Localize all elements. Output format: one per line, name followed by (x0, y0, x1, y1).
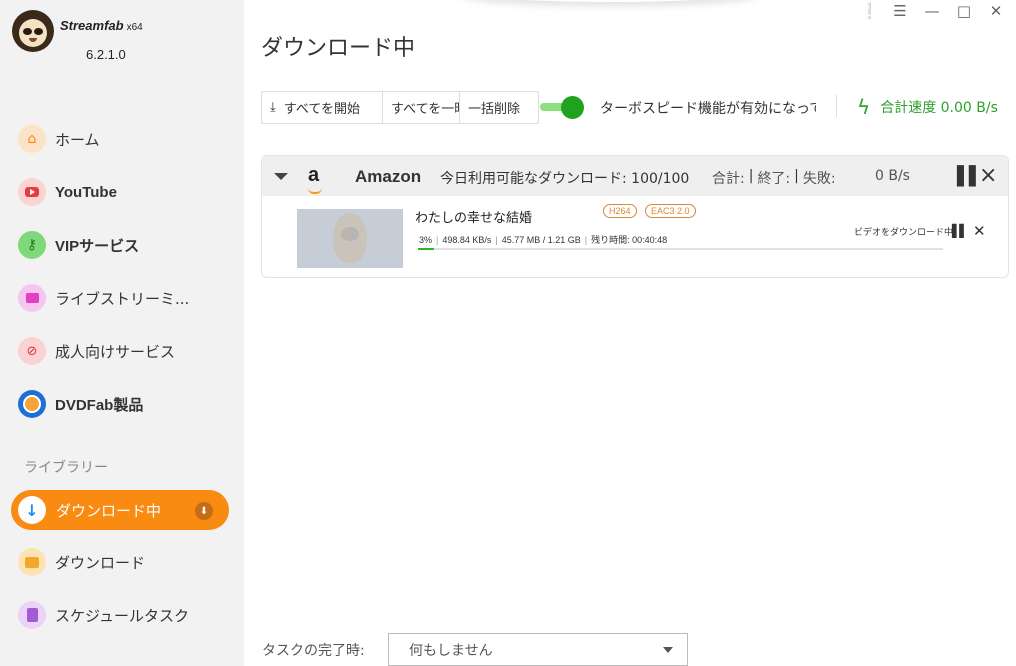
completion-action-value: 何もしません (409, 642, 493, 659)
window-top-shadow (460, 0, 760, 2)
total-speed-text: 合計速度 0.00 B/s (880, 100, 998, 116)
group-stats: 合計: | 終了: | 失敗: (712, 168, 836, 187)
item-rate: 498.84 KB/s (442, 235, 492, 245)
turbo-toggle[interactable] (540, 96, 584, 119)
group-service-name: Amazon (355, 167, 422, 186)
lightning-icon: ϟ (857, 95, 871, 119)
sidebar-item-downloading[interactable]: ↓ ダウンロード中 ⬇ (11, 490, 229, 530)
codec-tag: H264 (603, 204, 637, 218)
camera-icon (18, 284, 46, 312)
download-item: わたしの幸せな結婚 H264 EAC3 2.0 3% | 498.84 KB/s | 4… (262, 196, 1008, 276)
folder-icon (18, 548, 46, 576)
group-finished: 終了: (757, 171, 791, 187)
app-logo-icon (12, 10, 54, 52)
pause-all-button[interactable]: すべてを一時停止 (383, 92, 460, 123)
sidebar-item-downloaded[interactable]: ダウンロード (18, 547, 145, 577)
sidebar-item-adult[interactable]: ⊘ 成人向けサービス (18, 336, 175, 366)
download-toolbar: ⤓ すべてを開始 すべてを一時停止 一括削除 (261, 91, 539, 124)
sidebar-item-label: ライブストリーミ... (55, 289, 190, 308)
completion-label: タスクの完了時: (262, 643, 365, 659)
brand-arch: x64 (126, 22, 143, 33)
close-icon[interactable]: ✕ (988, 2, 1004, 20)
collapse-caret-icon[interactable] (274, 173, 288, 180)
sidebar-item-label: YouTube (55, 183, 117, 201)
amazon-icon: a (308, 164, 323, 194)
item-status: ビデオをダウンロード中 (854, 228, 954, 238)
download-arrow-icon: ⤓ (270, 100, 276, 115)
skin-icon[interactable]: ❕ (860, 2, 879, 20)
sidebar-item-home[interactable]: ⌂ ホーム (18, 124, 100, 154)
start-all-label: すべてを開始 (283, 102, 361, 117)
sidebar: Streamfab x64 6.2.1.0 ⌂ ホーム YouTube ⚷ VIP… (0, 0, 244, 666)
item-thumbnail (297, 209, 403, 268)
menu-icon[interactable]: ☰ (892, 2, 908, 20)
library-section-label: ライブラリー (24, 460, 108, 476)
group-header: a Amazon 今日利用可能なダウンロード: 100/100 合計: | 終了… (262, 156, 1008, 196)
home-icon: ⌂ (18, 125, 46, 153)
window-controls: ❕ ☰ — □ ✕ (860, 2, 1004, 20)
item-remaining: 残り時間: 00:40:48 (591, 235, 668, 245)
adult-icon: ⊘ (18, 337, 46, 365)
pause-all-label: すべてを一時停止 (391, 102, 459, 117)
item-meta: 3% | 498.84 KB/s | 45.77 MB / 1.21 GB | 残り時間: … (419, 235, 668, 245)
sidebar-item-label: VIPサービス (55, 237, 140, 255)
dvdfab-icon (18, 390, 46, 418)
schedule-icon (18, 601, 46, 629)
start-all-button[interactable]: ⤓ すべてを開始 (262, 92, 383, 123)
key-icon: ⚷ (18, 231, 46, 259)
sidebar-item-label: ダウンロード (55, 553, 146, 572)
group-close-icon[interactable]: × (979, 163, 997, 188)
app-version: 6.2.1.0 (86, 47, 126, 62)
logo-area: Streamfab x64 (12, 10, 143, 52)
sidebar-item-schedule[interactable]: スケジュールタスク (18, 600, 189, 630)
item-title: わたしの幸せな結婚 (415, 211, 533, 226)
sidebar-item-livestream[interactable]: ライブストリーミ... (18, 283, 189, 313)
item-percent: 3% (419, 235, 433, 245)
group-speed: 0 B/s (875, 168, 910, 184)
turbo-label: ターボスピード機能が有効になっています (600, 101, 816, 117)
sidebar-item-label: DVDFab製品 (55, 396, 144, 414)
item-close-icon[interactable]: ✕ (973, 222, 986, 240)
delete-all-label: 一括削除 (468, 102, 521, 117)
download-icon: ↓ (18, 496, 46, 524)
item-progress-fill (418, 248, 434, 250)
group-pause-icon[interactable]: ▌▌ (957, 166, 983, 187)
audio-tag: EAC3 2.0 (645, 204, 696, 218)
download-group: a Amazon 今日利用可能なダウンロード: 100/100 合計: | 終了… (261, 155, 1009, 278)
page-title: ダウンロード中 (261, 36, 416, 61)
sidebar-item-label: スケジュールタスク (55, 606, 189, 625)
minimize-icon[interactable]: — (924, 2, 940, 20)
brand-name: Streamfab (60, 18, 124, 33)
maximize-icon[interactable]: □ (956, 2, 972, 20)
youtube-icon (18, 178, 46, 206)
sidebar-item-vip[interactable]: ⚷ VIPサービス (18, 230, 139, 260)
group-total: 合計: (712, 171, 745, 187)
total-speed: ϟ 合計速度 0.00 B/s (857, 95, 998, 119)
group-failed: 失敗: (802, 171, 836, 187)
toolbar-divider (836, 95, 837, 117)
sidebar-item-dvdfab[interactable]: DVDFab製品 (18, 389, 143, 419)
chevron-down-icon (663, 647, 673, 653)
sidebar-item-youtube[interactable]: YouTube (18, 177, 117, 207)
completion-action-select[interactable]: 何もしません (388, 633, 688, 666)
sidebar-item-label: ダウンロード中 (56, 501, 162, 520)
app-brand: Streamfab x64 (60, 18, 143, 33)
item-progress-bar (418, 248, 943, 250)
download-badge-icon: ⬇ (195, 502, 213, 520)
group-quota: 今日利用可能なダウンロード: 100/100 (440, 171, 690, 187)
sidebar-item-label: 成人向けサービス (55, 342, 176, 361)
delete-all-button[interactable]: 一括削除 (460, 92, 538, 123)
sidebar-item-label: ホーム (55, 130, 100, 149)
item-size: 45.77 MB / 1.21 GB (501, 235, 581, 245)
item-pause-icon[interactable]: ▌▌ (952, 224, 969, 238)
